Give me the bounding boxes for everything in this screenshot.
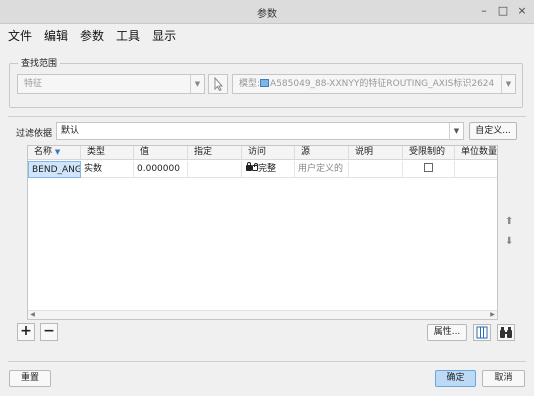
sort-desc-icon: ▼ [54, 148, 61, 156]
column-header-type[interactable]: 类型 [81, 146, 134, 160]
move-up-button[interactable]: ⬆ [505, 216, 513, 227]
horizontal-scrollbar[interactable]: ◀ ▶ [28, 310, 497, 319]
unlock-icon [252, 163, 258, 171]
filter-select-value: 默认 [61, 126, 80, 136]
menu-file[interactable]: 文件 [8, 27, 32, 44]
column-header-access[interactable]: 访问 [242, 146, 295, 160]
cell-units [455, 161, 497, 178]
chevron-down-icon: ▼ [501, 75, 515, 93]
part-icon [260, 79, 270, 87]
scroll-left-icon[interactable]: ◀ [28, 311, 37, 319]
properties-button[interactable]: 属性... [427, 324, 467, 341]
move-down-button[interactable]: ⬇ [505, 236, 513, 247]
column-header-units[interactable]: 单位数量 [455, 146, 497, 160]
cursor-arrow-icon [214, 76, 224, 92]
cell-designate[interactable] [188, 161, 242, 178]
customize-button[interactable]: 自定义... [469, 122, 517, 140]
cell-access[interactable]: 完整 [242, 161, 295, 178]
cell-description[interactable] [349, 161, 403, 178]
restricted-checkbox[interactable] [424, 163, 433, 172]
table-row[interactable]: BEND_ANGLE 实数 0.000000 完整 用户定义的 [28, 161, 497, 178]
type-select-value: 特征 [24, 79, 43, 89]
column-header-value[interactable]: 值 [134, 146, 188, 160]
column-header-name[interactable]: 名称 ▼ [28, 146, 81, 160]
table-columns-button[interactable] [473, 324, 491, 341]
close-button[interactable]: × [516, 4, 528, 17]
select-pick-button[interactable] [208, 74, 228, 94]
table-columns-icon [476, 326, 488, 339]
remove-parameter-button[interactable]: − [40, 323, 58, 341]
type-select[interactable]: 特征 ▼ [17, 74, 205, 94]
model-select-value: A585049_88-XXNYY的特征ROUTING_AXIS标识2624 [270, 79, 495, 89]
cell-name[interactable]: BEND_ANGLE [28, 161, 81, 178]
cell-value[interactable]: 0.000000 [134, 161, 188, 178]
table-header: 名称 ▼ 类型 值 指定 访问 源 说明 受限制的 单位数量 [28, 146, 497, 160]
separator [8, 361, 526, 362]
scroll-right-icon[interactable]: ▶ [488, 311, 497, 319]
model-select[interactable]: 模型: A585049_88-XXNYY的特征ROUTING_AXIS标识2624… [232, 74, 516, 94]
maximize-button[interactable]: □ [497, 4, 509, 17]
binoculars-icon [500, 327, 512, 338]
filter-select[interactable]: 默认 ▼ [56, 122, 464, 140]
chevron-down-icon: ▼ [449, 123, 463, 139]
cell-source: 用户定义的 [295, 161, 349, 178]
menu-tools[interactable]: 工具 [116, 27, 140, 44]
parameter-table: 名称 ▼ 类型 值 指定 访问 源 说明 受限制的 单位数量 BEND_ANGL… [27, 145, 498, 320]
column-header-source[interactable]: 源 [295, 146, 349, 160]
reset-button[interactable]: 重置 [9, 370, 51, 387]
column-header-description[interactable]: 说明 [349, 146, 403, 160]
cell-type[interactable]: 实数 [81, 161, 134, 178]
model-prefix: 模型: [239, 79, 261, 89]
menu-edit[interactable]: 编辑 [44, 27, 68, 44]
chevron-down-icon: ▼ [190, 75, 204, 93]
separator [8, 116, 526, 117]
cancel-button[interactable]: 取消 [482, 370, 525, 387]
add-parameter-button[interactable]: + [17, 323, 35, 341]
menu-bar: 文件 编辑 参数 工具 显示 [0, 24, 534, 46]
column-header-restricted[interactable]: 受限制的 [403, 146, 455, 160]
menu-parameters[interactable]: 参数 [80, 27, 104, 44]
find-button[interactable] [497, 324, 515, 341]
cell-restricted [403, 161, 455, 178]
column-header-designate[interactable]: 指定 [188, 146, 242, 160]
title-bar: 参数 – □ × [0, 0, 534, 24]
window-controls: – □ × [478, 4, 528, 17]
minimize-button[interactable]: – [478, 4, 490, 17]
filter-label: 过滤依据 [16, 129, 53, 139]
window-title: 参数 [257, 9, 277, 20]
cell-access-text: 完整 [258, 164, 277, 174]
lookup-group-label: 查找范围 [18, 56, 61, 69]
menu-display[interactable]: 显示 [152, 27, 176, 44]
ok-button[interactable]: 确定 [435, 370, 476, 387]
